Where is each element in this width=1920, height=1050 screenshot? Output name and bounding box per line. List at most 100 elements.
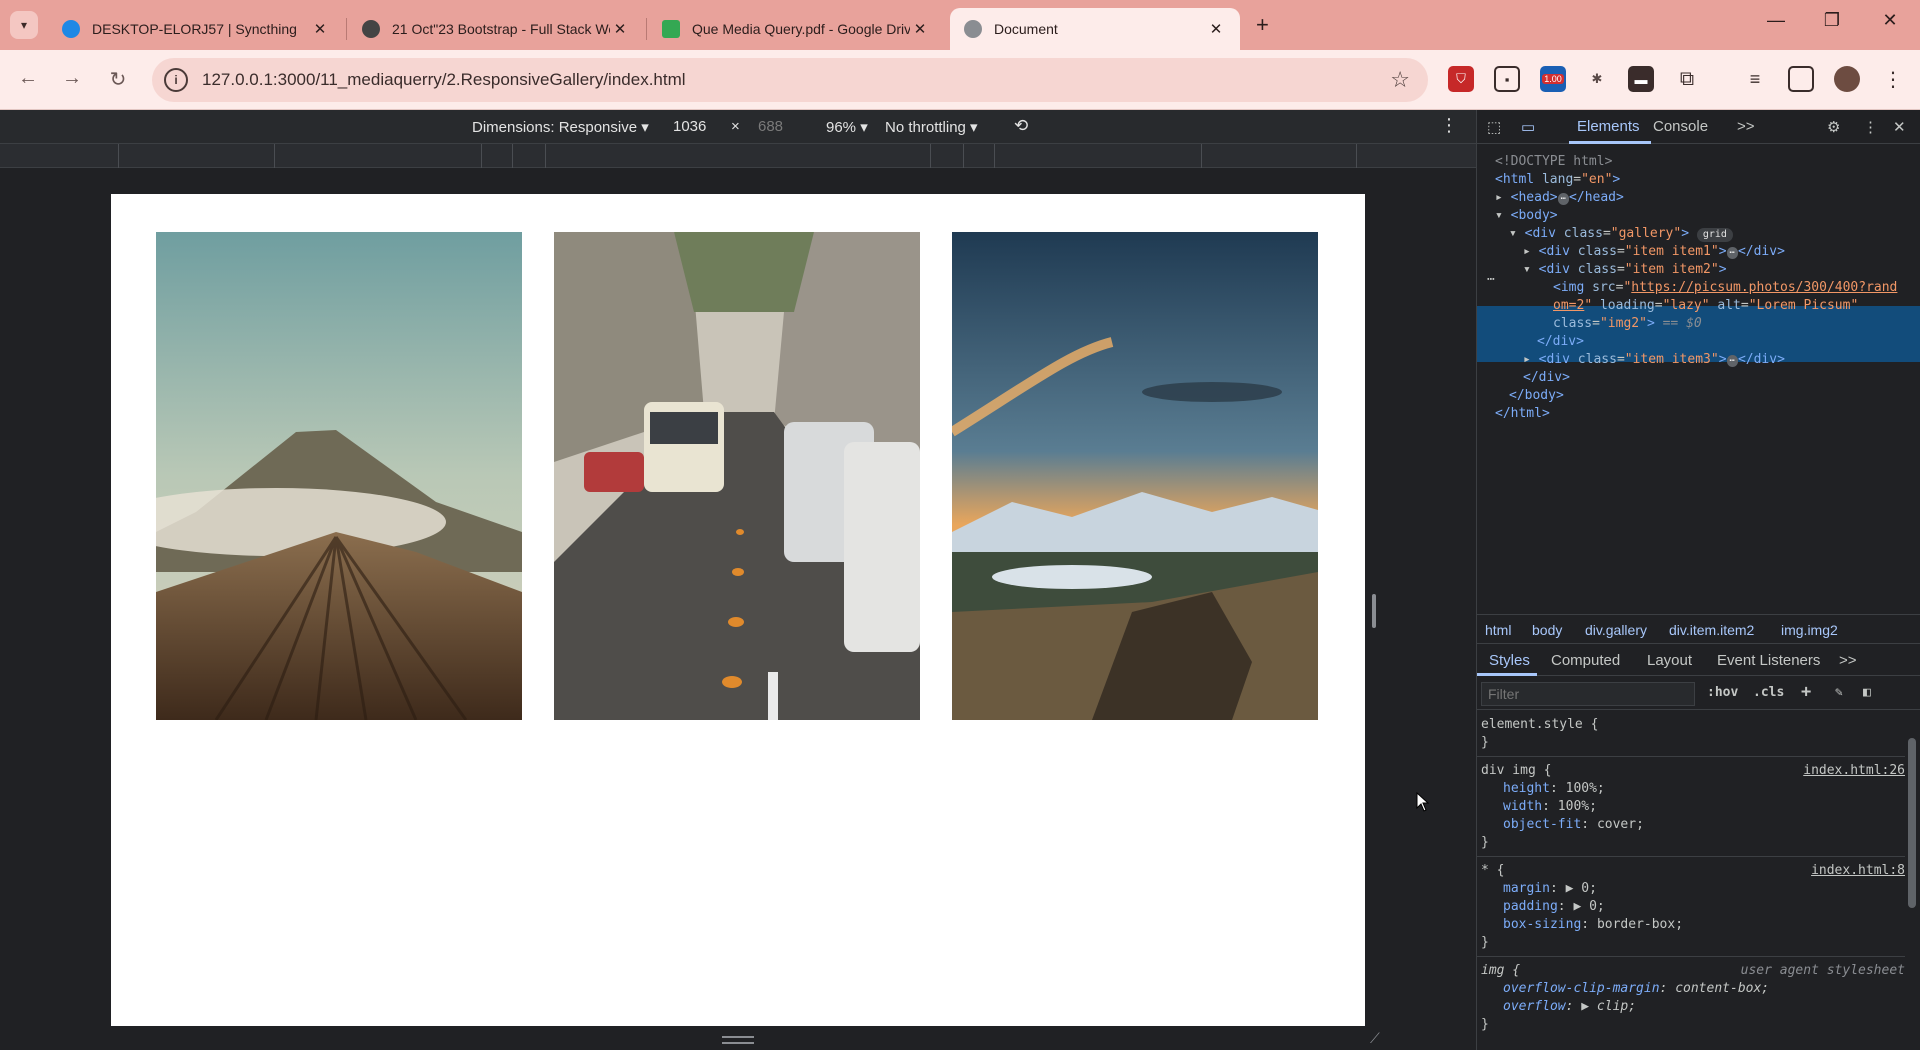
- close-icon[interactable]: ✕: [1206, 20, 1226, 38]
- add-rule-icon[interactable]: +: [1801, 682, 1811, 702]
- picture-in-picture-icon[interactable]: ▪: [1494, 66, 1520, 92]
- right-resize-handle[interactable]: [1372, 594, 1376, 628]
- more-subtabs-icon[interactable]: >>: [1839, 652, 1857, 669]
- url-text[interactable]: 127.0.0.1:3000/11_mediaquerry/2.Responsi…: [202, 70, 686, 90]
- zoom-dropdown[interactable]: 96% ▾: [826, 118, 868, 136]
- tab-search-button[interactable]: ▾: [10, 11, 38, 39]
- node-ellipsis-icon[interactable]: ⋯: [1487, 270, 1495, 290]
- window-close-button[interactable]: ✕: [1870, 10, 1910, 31]
- extension-icon[interactable]: ▬: [1628, 66, 1654, 92]
- bookmark-star-icon[interactable]: ☆: [1390, 67, 1410, 93]
- extension-badge-icon[interactable]: 1.00: [1540, 66, 1566, 92]
- tab-computed[interactable]: Computed: [1551, 652, 1620, 669]
- body-close[interactable]: </body>: [1509, 386, 1564, 406]
- address-bar[interactable]: i 127.0.0.1:3000/11_mediaquerry/2.Respon…: [152, 58, 1428, 102]
- html-node[interactable]: <html lang="en">: [1495, 170, 1620, 190]
- close-icon[interactable]: ✕: [910, 20, 930, 38]
- html-close[interactable]: </html>: [1495, 404, 1550, 424]
- inspect-element-icon[interactable]: ⬚: [1487, 118, 1501, 136]
- bottom-resize-handle[interactable]: [722, 1036, 754, 1044]
- tab-elements[interactable]: Elements: [1577, 118, 1640, 135]
- item2-close[interactable]: </div>: [1537, 332, 1584, 352]
- bug-icon[interactable]: ✱: [1584, 66, 1610, 92]
- minimize-button[interactable]: —: [1756, 10, 1796, 31]
- styles-scrollbar[interactable]: [1905, 710, 1919, 1050]
- rotate-icon[interactable]: ⟲: [1014, 116, 1028, 136]
- devtools-menu-icon[interactable]: ⋮: [1863, 118, 1878, 136]
- img-node-line2[interactable]: om=2" loading="lazy" alt="Lorem Picsum": [1553, 296, 1858, 316]
- width-input[interactable]: 1036: [673, 118, 706, 135]
- side-panel-icon[interactable]: [1788, 66, 1814, 92]
- img-src-link[interactable]: https://picsum.photos/300/400?rand: [1631, 280, 1897, 295]
- gallery-image-2[interactable]: [554, 232, 920, 720]
- breadcrumb-body[interactable]: body: [1532, 622, 1562, 638]
- devtools-close-icon[interactable]: ✕: [1893, 118, 1906, 136]
- ublock-icon[interactable]: ⛉: [1448, 66, 1474, 92]
- breadcrumb-gallery[interactable]: div.gallery: [1585, 622, 1647, 638]
- scrollbar-thumb[interactable]: [1908, 738, 1916, 908]
- back-button[interactable]: ←: [14, 67, 42, 90]
- head-node[interactable]: ▸ <head> ⋯ </head>: [1495, 188, 1624, 208]
- hov-toggle[interactable]: :hov: [1707, 685, 1738, 700]
- tab-event-listeners[interactable]: Event Listeners: [1717, 652, 1820, 669]
- dom-tree[interactable]: <!DOCTYPE html> <html lang="en"> ▸ <head…: [1477, 144, 1920, 614]
- media-query-ruler[interactable]: [0, 144, 1476, 168]
- tab-styles[interactable]: Styles: [1489, 652, 1530, 669]
- dimensions-dropdown[interactable]: Dimensions: Responsive ▾: [472, 118, 649, 136]
- element-style-selector[interactable]: element.style {: [1481, 716, 1598, 734]
- tab-google-drive[interactable]: Que Media Query.pdf - Google Drive ✕: [648, 8, 944, 50]
- restore-button[interactable]: ❐: [1812, 10, 1852, 31]
- rule1-source-link[interactable]: index.html:26: [1803, 762, 1905, 780]
- item1-node[interactable]: ▸ <div class="item item1"> ⋯ </div>: [1523, 242, 1785, 262]
- gallery-image-1[interactable]: [156, 232, 522, 720]
- overflow-clip-margin-declaration[interactable]: overflow-clip-margin: content-box;: [1503, 980, 1769, 998]
- throttle-dropdown[interactable]: No throttling ▾: [885, 118, 978, 136]
- cls-toggle[interactable]: .cls: [1753, 685, 1784, 700]
- margin-declaration[interactable]: margin: ▶ 0;: [1503, 880, 1597, 898]
- breadcrumb-html[interactable]: html: [1485, 622, 1511, 638]
- tab-syncthing[interactable]: DESKTOP-ELORJ57 | Syncthing ✕: [48, 8, 344, 50]
- height-input[interactable]: 688: [758, 118, 783, 135]
- tab-layout[interactable]: Layout: [1647, 652, 1692, 669]
- rule2-source-link[interactable]: index.html:8: [1811, 862, 1905, 880]
- more-options-icon[interactable]: ⋮: [1440, 115, 1458, 136]
- media-control-icon[interactable]: ≡: [1742, 66, 1768, 92]
- breadcrumb-img[interactable]: img.img2: [1781, 622, 1838, 638]
- object-fit-declaration[interactable]: object-fit: cover;: [1503, 816, 1644, 834]
- rule3-selector[interactable]: img {: [1481, 962, 1520, 980]
- paint-brush-icon[interactable]: ✎: [1835, 685, 1843, 700]
- gallery-image-3[interactable]: [952, 232, 1318, 720]
- menu-kebab-icon[interactable]: ⋮: [1880, 66, 1906, 92]
- gallery-close[interactable]: </div>: [1523, 368, 1570, 388]
- new-tab-button[interactable]: +: [1256, 12, 1269, 38]
- site-info-icon[interactable]: i: [164, 68, 188, 92]
- close-icon[interactable]: ✕: [610, 20, 630, 38]
- sidebar-toggle-icon[interactable]: ◧: [1863, 685, 1871, 700]
- tab-bootstrap[interactable]: 21 Oct"23 Bootstrap - Full Stack Web ✕: [348, 8, 644, 50]
- overflow-declaration[interactable]: overflow: ▶ clip;: [1503, 998, 1636, 1016]
- forward-button[interactable]: →: [58, 67, 86, 90]
- more-tabs-icon[interactable]: >>: [1737, 118, 1755, 135]
- settings-gear-icon[interactable]: ⚙: [1827, 118, 1840, 136]
- tab-console[interactable]: Console: [1653, 118, 1708, 135]
- rule1-selector[interactable]: div img {: [1481, 762, 1551, 780]
- styles-filter-input[interactable]: [1481, 682, 1695, 706]
- padding-declaration[interactable]: padding: ▶ 0;: [1503, 898, 1605, 916]
- close-icon[interactable]: ✕: [310, 20, 330, 38]
- height-declaration[interactable]: height: 100%;: [1503, 780, 1605, 798]
- avatar[interactable]: [1834, 66, 1860, 92]
- width-declaration[interactable]: width: 100%;: [1503, 798, 1597, 816]
- grid-badge[interactable]: grid: [1696, 228, 1733, 242]
- body-node[interactable]: ▾ <body>: [1495, 206, 1558, 226]
- doctype-line[interactable]: <!DOCTYPE html>: [1495, 152, 1612, 172]
- gallery-div-node[interactable]: ▾ <div class="gallery"> grid: [1509, 224, 1733, 244]
- puzzle-icon[interactable]: ⧉: [1674, 66, 1700, 92]
- img-node-line1[interactable]: <img src="https://picsum.photos/300/400?…: [1553, 278, 1897, 298]
- reload-button[interactable]: ↻: [104, 67, 132, 92]
- img-node-line3[interactable]: class="img2"> == $0: [1553, 314, 1702, 334]
- item2-node[interactable]: ▾ <div class="item item2">: [1523, 260, 1727, 280]
- item3-node[interactable]: ▸ <div class="item item3"> ⋯ </div>: [1523, 350, 1785, 370]
- device-toggle-icon[interactable]: ▭: [1521, 118, 1535, 136]
- corner-resize-handle[interactable]: ⟋: [1370, 1030, 1380, 1047]
- box-sizing-declaration[interactable]: box-sizing: border-box;: [1503, 916, 1683, 934]
